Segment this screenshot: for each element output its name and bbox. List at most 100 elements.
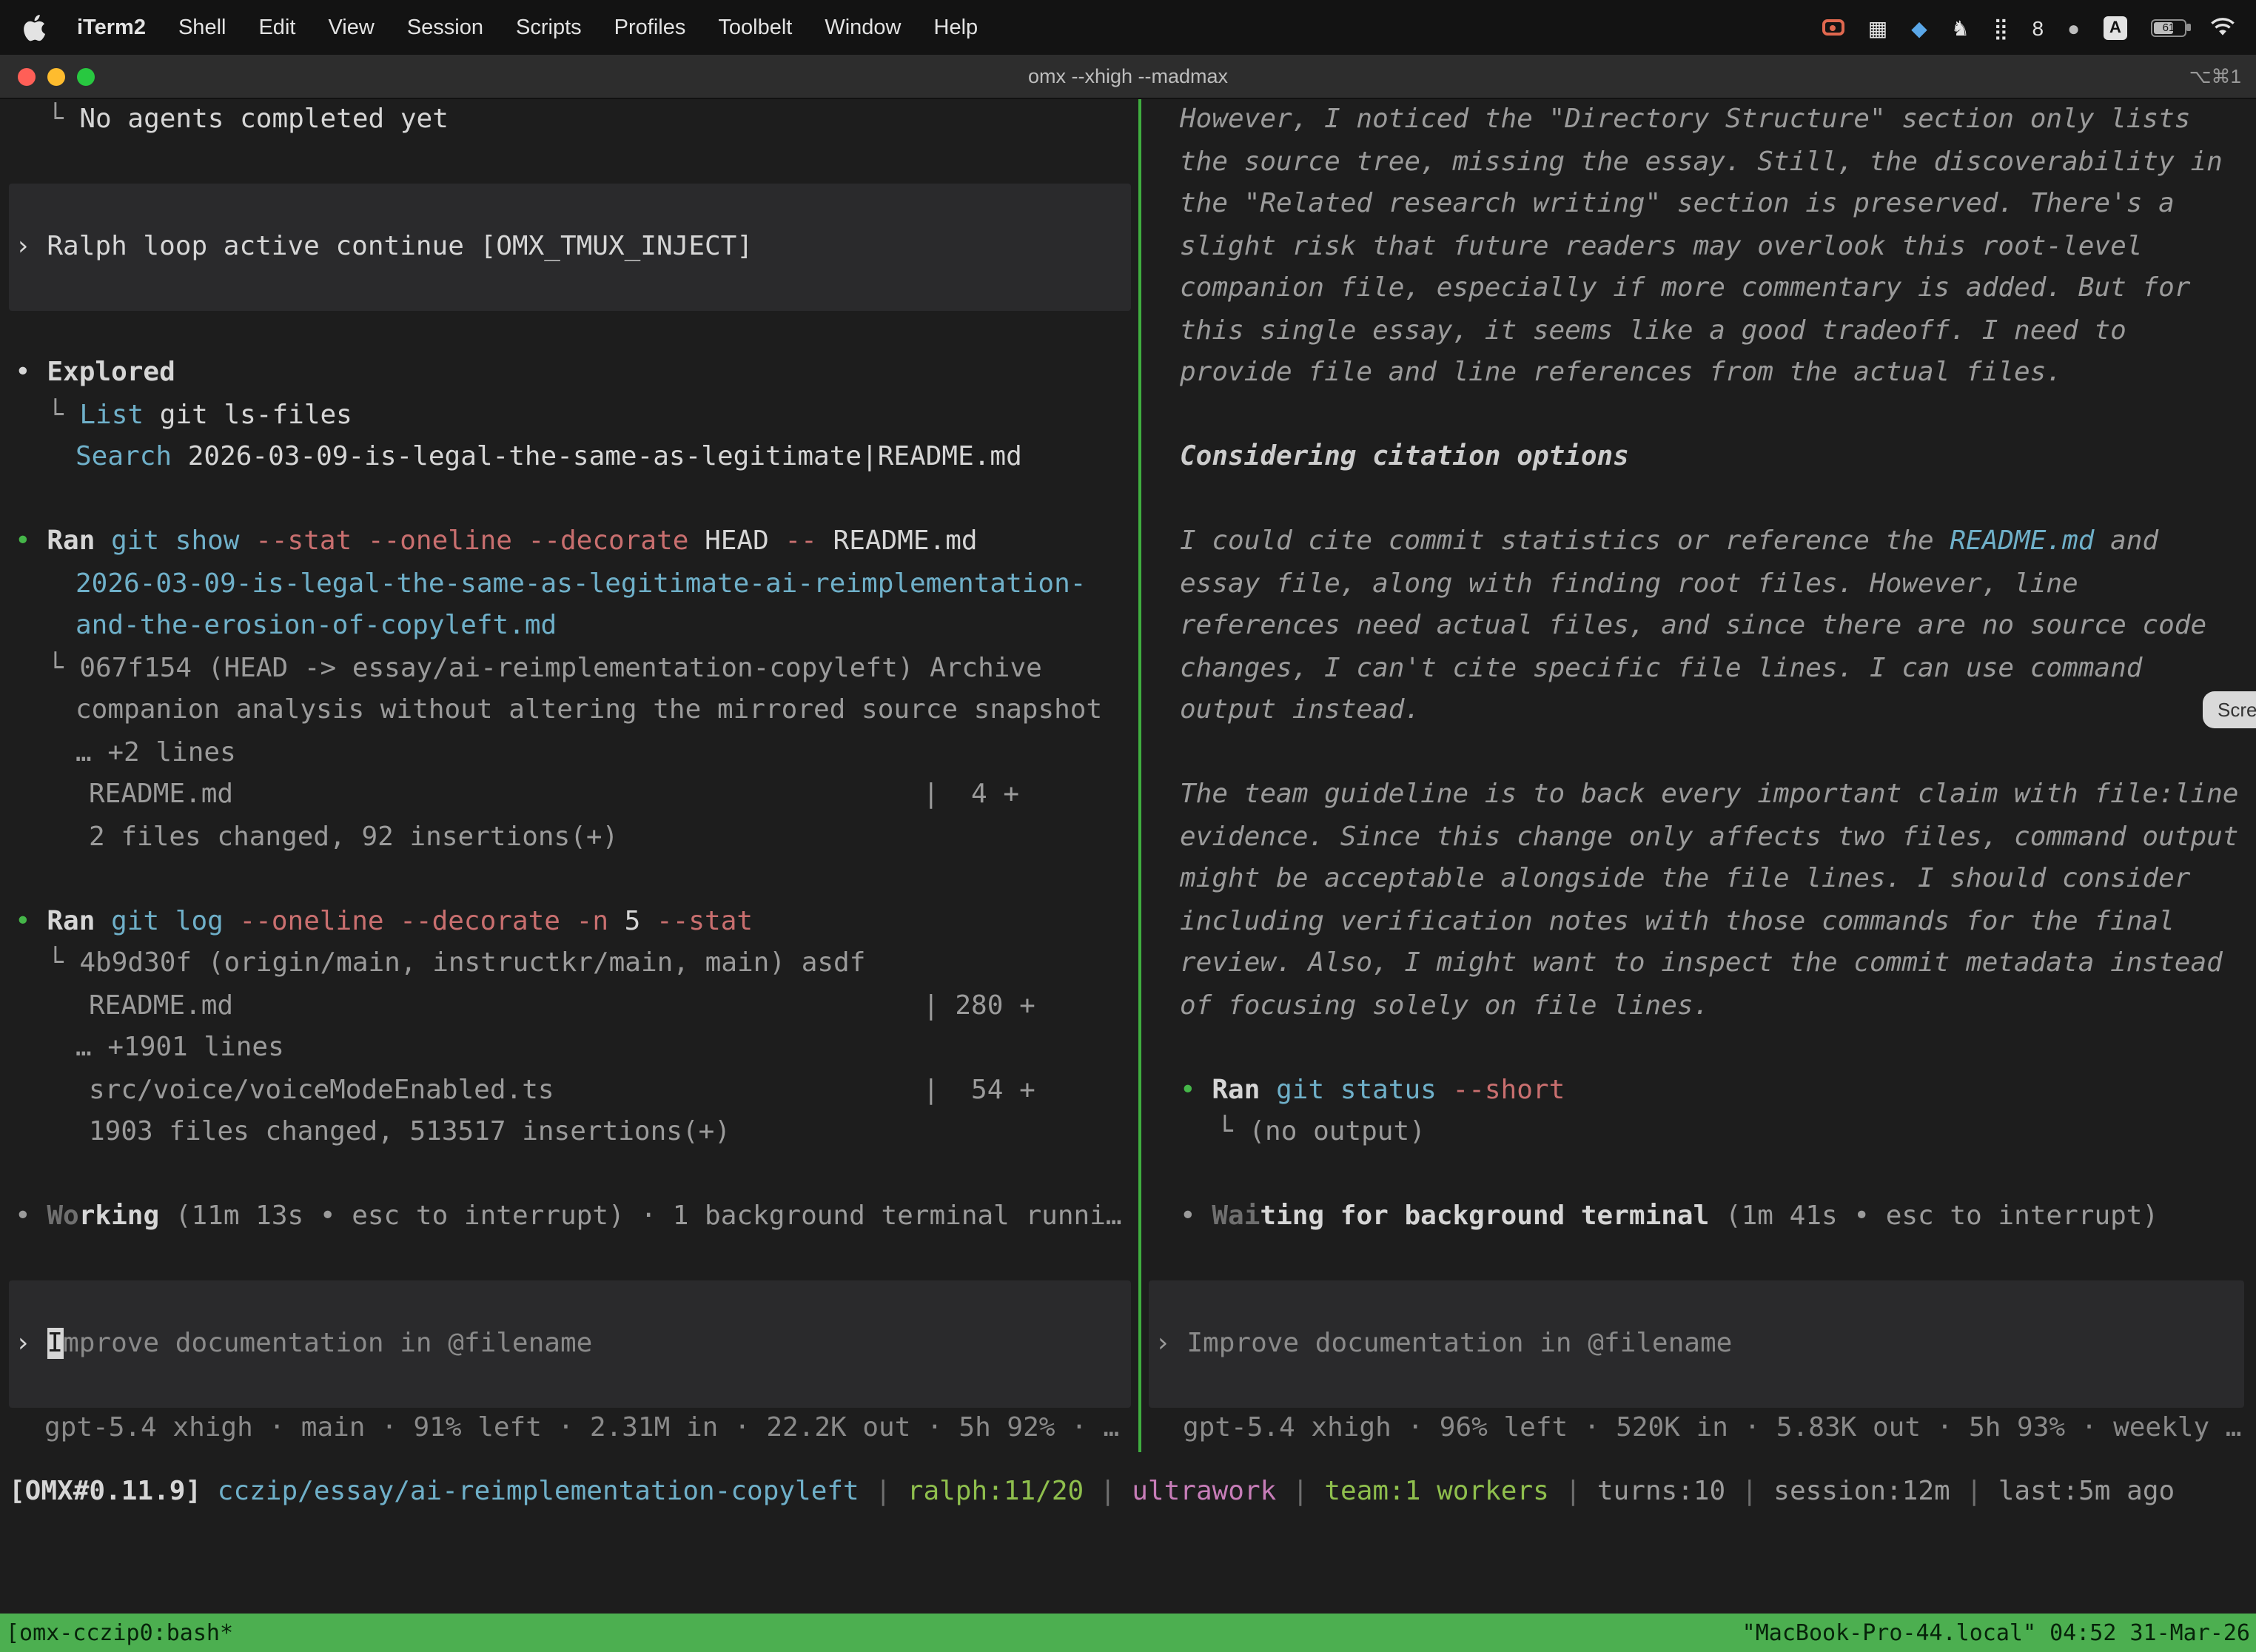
terminal-line: • Explored [15, 352, 1138, 394]
blank-line [15, 479, 1138, 521]
menu-profiles[interactable]: Profiles [598, 16, 702, 39]
menu-scripts[interactable]: Scripts [500, 16, 598, 39]
menu-help[interactable]: Help [918, 16, 995, 39]
window-title-bar[interactable]: omx --xhigh --madmax ⌥⌘1 [0, 55, 2256, 99]
prompt-input[interactable]: › Improve documentation in @filename [9, 1280, 1131, 1407]
terminal-line: 2026-03-09-is-legal-the-same-as-legitima… [15, 563, 1138, 605]
terminal: └ No agents completed yet › Ralph loop ac… [0, 99, 2256, 1652]
terminal-line: of focusing solely on file lines. [1180, 985, 2256, 1027]
terminal-line: • Waiting for background terminal (1m 41… [1180, 1196, 2256, 1238]
traffic-lights [18, 67, 95, 85]
terminal-line: companion analysis without altering the … [15, 690, 1138, 732]
terminal-line: I could cite commit statistics or refere… [1180, 521, 2256, 563]
terminal-line: provide file and line references from th… [1180, 352, 2256, 394]
prompt-input-line: › Improve documentation in @filename [9, 1323, 1131, 1365]
terminal-line: └ (no output) [1180, 1112, 2256, 1154]
terminal-line: the source tree, missing the essay. Stil… [1180, 141, 2256, 184]
blank-line [15, 1238, 1138, 1280]
terminal-line: └ 067f154 (HEAD -> essay/ai-reimplementa… [15, 648, 1138, 690]
terminal-line: README.md | 4 + [15, 774, 1138, 816]
terminal-pane-right[interactable]: However, I noticed the "Directory Struct… [1141, 99, 2256, 1452]
zoom-button[interactable] [77, 67, 95, 85]
terminal-line: might be acceptable alongside the file l… [1180, 859, 2256, 901]
apple-menu-icon[interactable] [24, 14, 47, 41]
terminal-line: … +1901 lines [15, 1027, 1138, 1070]
terminal-line: └ No agents completed yet [15, 99, 1138, 141]
menu-window[interactable]: Window [808, 16, 917, 39]
omx-status-line: [OMX#0.11.9] cczip/essay/ai-reimplementa… [0, 1470, 2256, 1513]
blank-line [1180, 1238, 2256, 1280]
blank-line [15, 141, 1138, 184]
window-grid-icon[interactable]: ▦ [1868, 17, 1887, 38]
terminal-line: 1903 files changed, 513517 insertions(+) [15, 1112, 1138, 1154]
terminal-line: • Ran git status --short [1180, 1070, 2256, 1112]
tmux-host-time: "MacBook-Pro-44.local" 04:52 31-Mar-26 [1742, 1619, 2250, 1646]
wifi-icon[interactable] [2210, 18, 2235, 37]
menu-iterm2[interactable]: iTerm2 [61, 16, 162, 39]
terminal-line: and-the-erosion-of-copyleft.md [15, 605, 1138, 648]
terminal-empty-space [0, 1513, 2256, 1614]
input-source-icon[interactable]: A [2104, 16, 2127, 39]
menu-bar: iTerm2ShellEditViewSessionScriptsProfile… [0, 0, 2256, 55]
battery-icon[interactable]: 61 [2151, 19, 2186, 36]
window-shortcut: ⌥⌘1 [2189, 64, 2241, 88]
terminal-line: └ 4b9d30f (origin/main, instructkr/main,… [15, 943, 1138, 985]
screen-overlay-button[interactable]: Scre [2203, 691, 2256, 728]
terminal-line: review. Also, I might want to inspect th… [1180, 943, 2256, 985]
terminal-line: The team guideline is to back every impo… [1180, 774, 2256, 816]
blank-line [15, 1154, 1138, 1196]
blank-line [15, 310, 1138, 352]
menu-view[interactable]: View [312, 16, 390, 39]
menu-shell[interactable]: Shell [162, 16, 243, 39]
blank-line [1180, 1154, 2256, 1196]
terminal-line: this single essay, it seems like a good … [1180, 310, 2256, 352]
close-button[interactable] [18, 67, 36, 85]
tmux-session-window: [omx-cczip0:bash* [6, 1619, 233, 1646]
model-status-line: gpt-5.4 xhigh · main · 91% left · 2.31M … [15, 1407, 1138, 1449]
terminal-line: └ List git ls-files [15, 394, 1138, 437]
terminal-line: • Working (11m 13s • esc to interrupt) ·… [15, 1196, 1138, 1238]
prompt-input[interactable]: › Improve documentation in @filename [1149, 1280, 2244, 1407]
apps-grid-icon[interactable]: ⣿ [1993, 17, 2009, 38]
prompt-input-line: › Improve documentation in @filename [1149, 1323, 2244, 1365]
menu-items: iTerm2ShellEditViewSessionScriptsProfile… [61, 16, 994, 39]
blank-line [1180, 394, 2256, 437]
terminal-line: changes, I can't cite specific file line… [1180, 648, 2256, 690]
split-panes: └ No agents completed yet › Ralph loop ac… [0, 99, 2256, 1452]
blank-line [1180, 732, 2256, 774]
terminal-line: companion file, especially if more comme… [1180, 268, 2256, 310]
raycast-icon[interactable]: ◆ [1911, 17, 1927, 38]
terminal-line: • Ran git show --stat --oneline --decora… [15, 521, 1138, 563]
minimize-button[interactable] [47, 67, 65, 85]
blank-line [1180, 1027, 2256, 1070]
chess-knight-icon[interactable]: ♞ [1951, 17, 1970, 38]
terminal-pane-left[interactable]: └ No agents completed yet › Ralph loop ac… [0, 99, 1138, 1452]
blank-line [15, 859, 1138, 901]
terminal-line: However, I noticed the "Directory Struct… [1180, 99, 2256, 141]
terminal-line: including verification notes with those … [1180, 901, 2256, 943]
blank-line [1180, 479, 2256, 521]
status-icons: ▦ ◆ ♞ ⣿ 8 ● A 61 [1822, 16, 2235, 39]
terminal-line: evidence. Since this change only affects… [1180, 816, 2256, 859]
terminal-line: … +2 lines [15, 732, 1138, 774]
terminal-line: slight risk that future readers may over… [1180, 226, 2256, 268]
terminal-line: the "Related research writing" section i… [1180, 184, 2256, 226]
ralph-loop-banner: › Ralph loop active continue [OMX_TMUX_I… [9, 184, 1131, 310]
terminal-line: Search 2026-03-09-is-legal-the-same-as-l… [15, 437, 1138, 479]
terminal-line: • Ran git log --oneline --decorate -n 5 … [15, 901, 1138, 943]
terminal-line: 2 files changed, 92 insertions(+) [15, 816, 1138, 859]
terminal-line: essay file, along with finding root file… [1180, 563, 2256, 605]
screen-recording-icon[interactable] [1822, 19, 1844, 36]
window-title: omx --xhigh --madmax [0, 65, 2256, 87]
terminal-line: src/voice/voiceModeEnabled.ts | 54 + [15, 1070, 1138, 1112]
thinking-heading: Considering citation options [1180, 437, 2256, 479]
terminal-line: references need actual files, and since … [1180, 605, 2256, 648]
screen: iTerm2ShellEditViewSessionScriptsProfile… [0, 0, 2256, 1652]
terminal-line: › Ralph loop active continue [OMX_TMUX_I… [9, 226, 1131, 268]
menu-edit[interactable]: Edit [242, 16, 312, 39]
terminal-line: README.md | 280 + [15, 985, 1138, 1027]
keycap-8-icon[interactable]: 8 [2032, 17, 2044, 38]
menu-session[interactable]: Session [391, 16, 500, 39]
menu-toolbelt[interactable]: Toolbelt [702, 16, 808, 39]
app-circle-icon[interactable]: ● [2067, 17, 2080, 38]
